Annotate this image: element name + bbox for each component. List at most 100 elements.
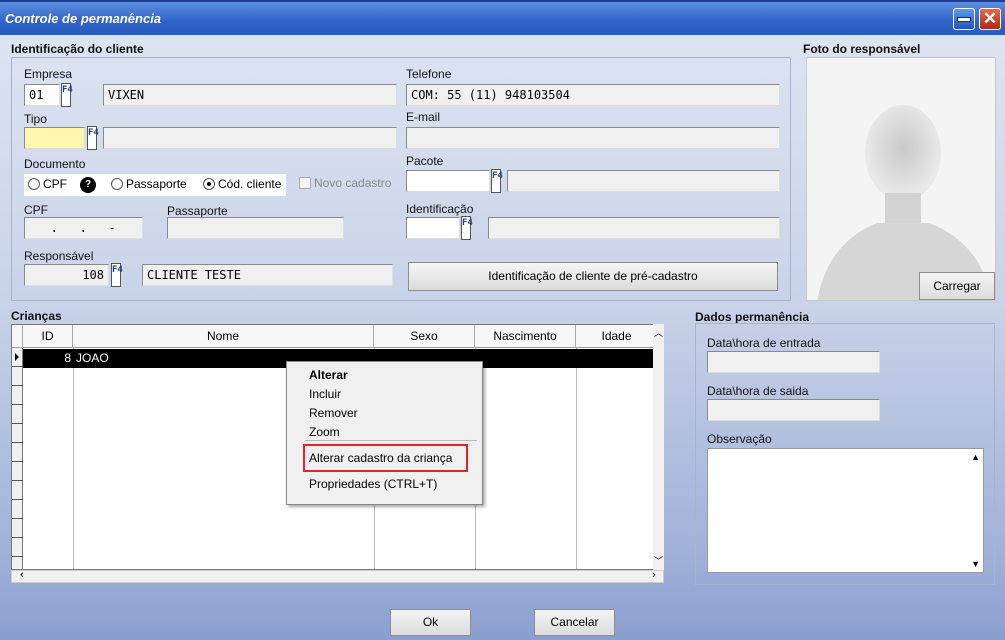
empresa-f4-lookup-button[interactable]: F4	[61, 83, 73, 107]
saida-label: Data\hora de saida	[707, 384, 809, 398]
menu-item-remover-label: Remover	[309, 406, 358, 420]
passaporte-label: Passaporte	[167, 204, 228, 218]
column-header-sexo[interactable]: Sexo	[374, 325, 475, 348]
scroll-down-arrow-icon[interactable]: ▼	[971, 559, 980, 569]
radio-passaporte-dot	[111, 178, 123, 190]
column-header-id[interactable]: ID	[23, 325, 73, 348]
grid-horizontal-scrollbar[interactable]: ‹ ›	[11, 569, 664, 583]
telefone-label: Telefone	[406, 67, 452, 81]
children-section-title: Crianças	[11, 309, 62, 323]
row-indicator[interactable]	[12, 405, 23, 424]
responsavel-label: Responsável	[24, 249, 94, 263]
row-indicator-column	[12, 348, 23, 569]
scroll-up-arrow-icon[interactable]: ︿	[654, 326, 663, 339]
pacote-label: Pacote	[406, 154, 444, 168]
grid-header: ID Nome Sexo Nascimento Idade	[12, 325, 663, 348]
row-indicator[interactable]	[12, 462, 23, 481]
radio-cpf-label: CPF	[43, 177, 67, 191]
identificacao-field[interactable]	[406, 217, 460, 239]
email-field[interactable]	[406, 127, 780, 149]
entrada-field[interactable]	[707, 351, 880, 373]
identificacao-label: Identificação	[406, 202, 474, 216]
menu-item-zoom-label: Zoom	[309, 425, 340, 439]
scroll-down-arrow-icon[interactable]: ﹀	[654, 554, 663, 567]
responsavel-code-field[interactable]: 108	[24, 264, 109, 286]
menu-separator	[305, 440, 477, 441]
f4-icon: F4	[462, 218, 473, 228]
scroll-up-arrow-icon[interactable]: ▲	[971, 452, 980, 462]
empresa-name-field[interactable]: VIXEN	[103, 84, 397, 106]
title-bar[interactable]: Controle de permanência ✕	[0, 0, 1005, 35]
radio-cod-cliente[interactable]: Cód. cliente	[203, 177, 281, 191]
column-header-nome[interactable]: Nome	[73, 325, 374, 348]
row-indicator[interactable]	[12, 538, 23, 557]
grid-corner	[12, 325, 23, 348]
observacao-label: Observação	[707, 432, 772, 446]
tipo-f4-lookup-button[interactable]: F4	[87, 126, 99, 150]
column-header-idade[interactable]: Idade	[576, 325, 658, 348]
observacao-textarea[interactable]: ▲ ▼	[707, 448, 984, 573]
menu-item-remover[interactable]: Remover	[309, 406, 358, 420]
menu-item-propriedades-label: Propriedades (CTRL+T)	[309, 477, 438, 491]
ok-button[interactable]: Ok	[390, 609, 471, 636]
row-indicator[interactable]	[12, 443, 23, 462]
tipo-label: Tipo	[24, 112, 47, 126]
menu-item-alterar[interactable]: Alterar	[309, 368, 348, 382]
pacote-f4-lookup-button[interactable]: F4	[491, 169, 503, 193]
current-row-indicator[interactable]	[12, 348, 23, 367]
email-label: E-mail	[406, 110, 441, 124]
scroll-left-arrow-icon[interactable]: ‹	[20, 569, 24, 581]
row-indicator[interactable]	[12, 481, 23, 500]
context-menu: Alterar Incluir Remover Zoom Alterar cad…	[286, 361, 483, 505]
row-indicator[interactable]	[12, 424, 23, 443]
responsavel-f4-lookup-button[interactable]: F4	[111, 263, 123, 287]
cell-id: 8	[64, 351, 71, 365]
row-indicator[interactable]	[12, 519, 23, 538]
novo-cadastro-checkbox[interactable]: Novo cadastro	[299, 176, 391, 190]
menu-item-alterar-cadastro-label: Alterar cadastro da criança	[309, 451, 453, 465]
dialog-window: Controle de permanência ✕ Identificação …	[0, 0, 1005, 640]
menu-item-incluir[interactable]: Incluir	[309, 387, 341, 401]
radio-cpf[interactable]: CPF	[28, 177, 67, 191]
menu-item-zoom[interactable]: Zoom	[309, 425, 340, 439]
saida-field[interactable]	[707, 399, 880, 421]
grid-col-divider	[576, 348, 577, 569]
person-silhouette-icon	[817, 105, 992, 300]
grid-col-divider	[73, 348, 74, 569]
identificacao-desc-field[interactable]	[488, 217, 780, 239]
row-indicator[interactable]	[12, 500, 23, 519]
pacote-desc-field[interactable]	[507, 170, 780, 192]
minimize-button[interactable]	[953, 8, 975, 30]
close-button[interactable]: ✕	[979, 8, 1001, 30]
scroll-right-arrow-icon[interactable]: ›	[652, 569, 656, 581]
row-indicator[interactable]	[12, 367, 23, 386]
menu-item-propriedades[interactable]: Propriedades (CTRL+T)	[309, 477, 437, 491]
menu-item-alterar-label: Alterar	[309, 368, 348, 382]
precadastro-button[interactable]: Identificação de cliente de pré-cadastro	[408, 262, 778, 291]
cpf-field[interactable]: . . -	[24, 217, 143, 239]
radio-cod-cliente-dot	[203, 178, 215, 190]
f4-icon: F4	[62, 85, 73, 95]
grid-vertical-scrollbar[interactable]: ︿ ﹀	[653, 324, 664, 570]
identificacao-f4-lookup-button[interactable]: F4	[461, 216, 473, 240]
f4-icon: F4	[112, 265, 123, 275]
novo-cadastro-box	[299, 177, 311, 189]
radio-passaporte[interactable]: Passaporte	[111, 177, 187, 191]
column-header-nascimento[interactable]: Nascimento	[475, 325, 576, 348]
tipo-field[interactable]	[24, 127, 85, 149]
pacote-field[interactable]	[406, 170, 490, 192]
cancel-button[interactable]: Cancelar	[534, 609, 615, 636]
passaporte-field[interactable]	[167, 217, 344, 239]
menu-item-alterar-cadastro-crianca[interactable]: Alterar cadastro da criança	[309, 451, 452, 465]
row-indicator[interactable]	[12, 386, 23, 405]
help-icon[interactable]: ?	[80, 177, 96, 193]
empresa-code-field[interactable]: 01	[24, 84, 60, 106]
cell-nome: JOAO	[76, 351, 109, 365]
client-section-title: Identificação do cliente	[11, 42, 144, 56]
minimize-icon	[957, 16, 971, 22]
carregar-button[interactable]: Carregar	[919, 272, 995, 300]
cpf-label: CPF	[24, 203, 48, 217]
tipo-desc-field[interactable]	[103, 127, 397, 149]
responsavel-name-field[interactable]: CLIENTE TESTE	[142, 264, 393, 286]
telefone-field[interactable]: COM: 55 (11) 948103504	[406, 84, 780, 106]
